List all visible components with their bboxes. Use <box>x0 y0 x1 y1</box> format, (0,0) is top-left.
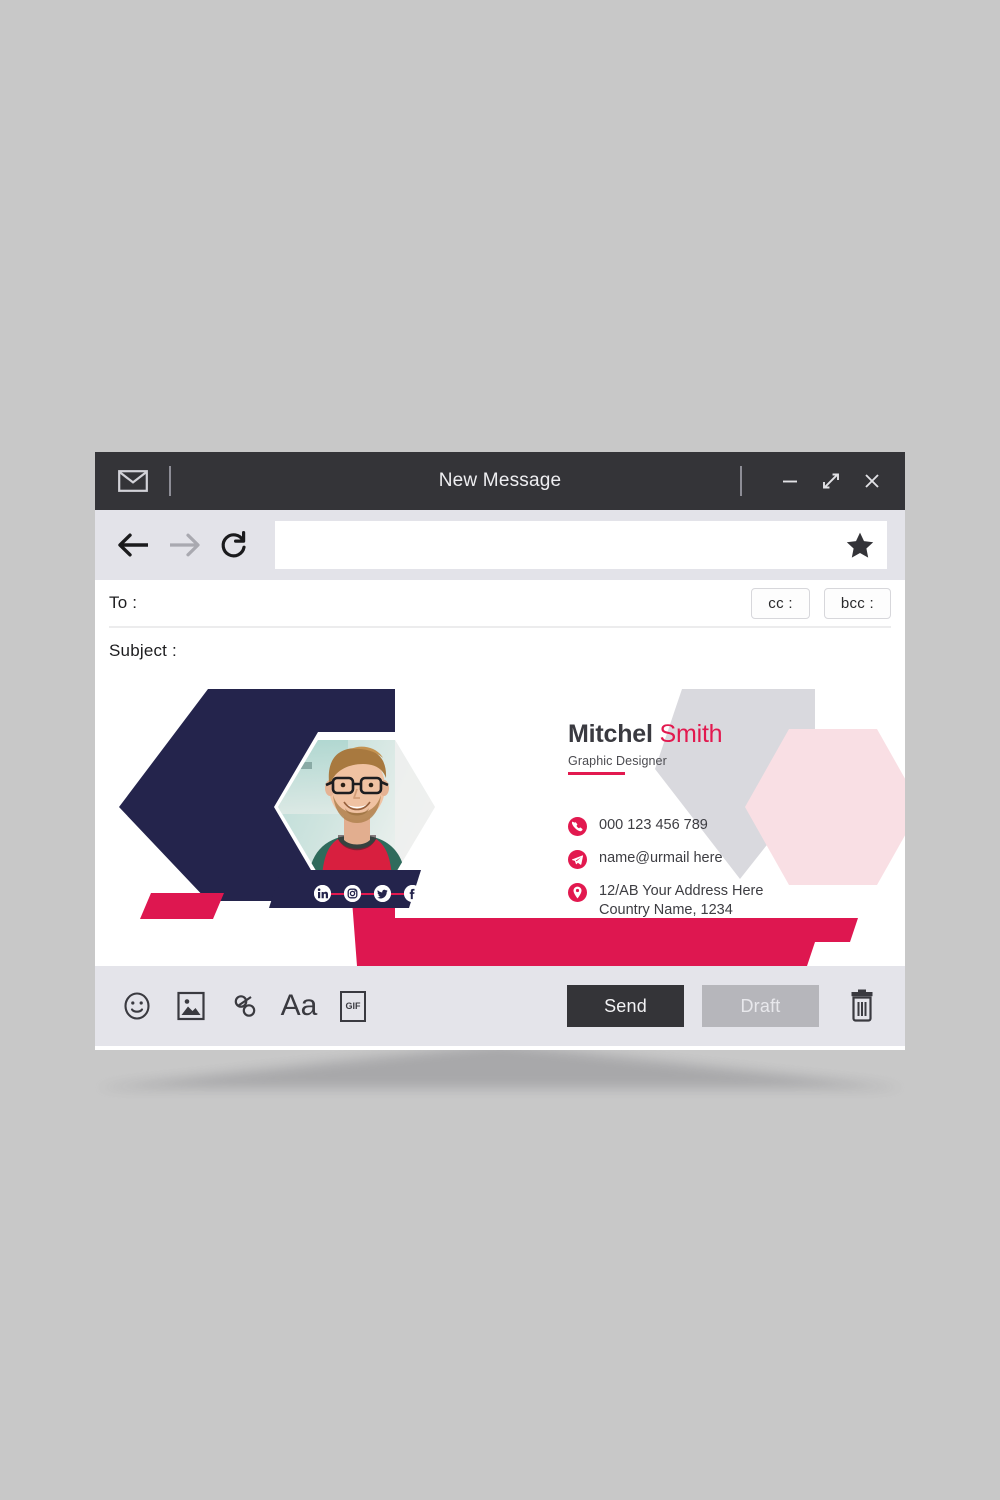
titlebar-divider-right <box>740 466 742 496</box>
maximize-icon[interactable] <box>816 466 846 496</box>
window-titlebar: New Message <box>95 452 905 510</box>
social-dash <box>391 892 404 895</box>
location-icon <box>568 883 587 902</box>
page-root: New Message To: cc: bcc: Subject: Mi… <box>0 0 1000 1500</box>
arrow-left-icon[interactable] <box>111 522 157 568</box>
browser-navigation-bar <box>95 510 905 580</box>
draft-button[interactable]: Draft <box>702 985 819 1027</box>
bcc-button[interactable]: bcc : <box>823 587 891 619</box>
arrow-right-icon <box>161 522 207 568</box>
social-dash <box>361 892 374 895</box>
send-button[interactable]: Send <box>567 985 684 1027</box>
instagram-icon[interactable] <box>344 885 361 902</box>
address-input[interactable] <box>275 521 833 569</box>
signature-identity: Mitchel Smith Graphic Designer <box>568 722 868 775</box>
address-bar[interactable] <box>275 521 887 569</box>
contact-text-phone: 000 123 456 789 <box>599 817 708 833</box>
contact-text-address: 12/AB Your Address Here Country Name, 12… <box>599 883 764 919</box>
minimize-icon[interactable] <box>775 466 805 496</box>
email-signature-body: Mitchel Smith Graphic Designer 000 123 4… <box>95 674 905 966</box>
window-controls <box>740 466 905 496</box>
compose-fields: To : cc : bcc : Subject : <box>95 580 905 674</box>
to-field-row[interactable]: To : cc : bcc : <box>109 580 891 628</box>
link-icon[interactable] <box>225 986 265 1026</box>
phone-icon <box>568 817 587 836</box>
email-compose-window: New Message To: cc: bcc: Subject: Mi… <box>95 452 905 1050</box>
emoji-icon[interactable] <box>117 986 157 1026</box>
trash-icon[interactable] <box>841 985 883 1027</box>
subject-label: Subject : <box>109 641 177 660</box>
cc-button[interactable]: cc : <box>751 587 810 619</box>
signature-contacts: 000 123 456 789 name@urmail here 12/AB Y… <box>568 816 898 933</box>
compose-toolbar: Aa GIF Send Draft <box>95 966 905 1046</box>
telegram-icon <box>568 850 587 869</box>
social-dash <box>331 892 344 895</box>
font-icon-glyph: Aa <box>280 989 318 1022</box>
subject-field-row[interactable]: Subject : <box>109 628 891 674</box>
signature-role: Graphic Designer <box>568 754 667 768</box>
compose-actions: Send Draft <box>567 985 883 1027</box>
close-icon[interactable] <box>857 466 887 496</box>
contact-row-phone: 000 123 456 789 <box>568 816 898 836</box>
contact-row-address: 12/AB Your Address Here Country Name, 12… <box>568 882 898 920</box>
contact-text-email: name@urmail here <box>599 850 723 866</box>
signature-underline <box>568 772 625 775</box>
mail-icon <box>115 463 151 499</box>
window-drop-shadow <box>95 1044 905 1088</box>
gif-icon[interactable]: GIF <box>333 986 373 1026</box>
star-icon[interactable] <box>833 521 887 569</box>
crimson-small-bar <box>140 893 224 919</box>
image-icon[interactable] <box>171 986 211 1026</box>
twitter-icon[interactable] <box>374 885 391 902</box>
to-label: To : <box>109 593 138 612</box>
facebook-icon[interactable] <box>404 885 421 902</box>
gif-icon-glyph: GIF <box>340 990 366 1022</box>
social-links <box>314 885 421 902</box>
font-icon[interactable]: Aa <box>279 986 319 1026</box>
cc-bcc-group: cc : bcc : <box>751 587 891 619</box>
reload-icon[interactable] <box>211 522 257 568</box>
contact-row-email: name@urmail here <box>568 849 898 869</box>
signature-first-name: Mitchel <box>568 720 653 748</box>
linkedin-icon[interactable] <box>314 885 331 902</box>
signature-name: Mitchel Smith <box>568 722 868 747</box>
titlebar-divider-left <box>169 466 171 496</box>
signature-last-name: Smith <box>659 720 723 748</box>
